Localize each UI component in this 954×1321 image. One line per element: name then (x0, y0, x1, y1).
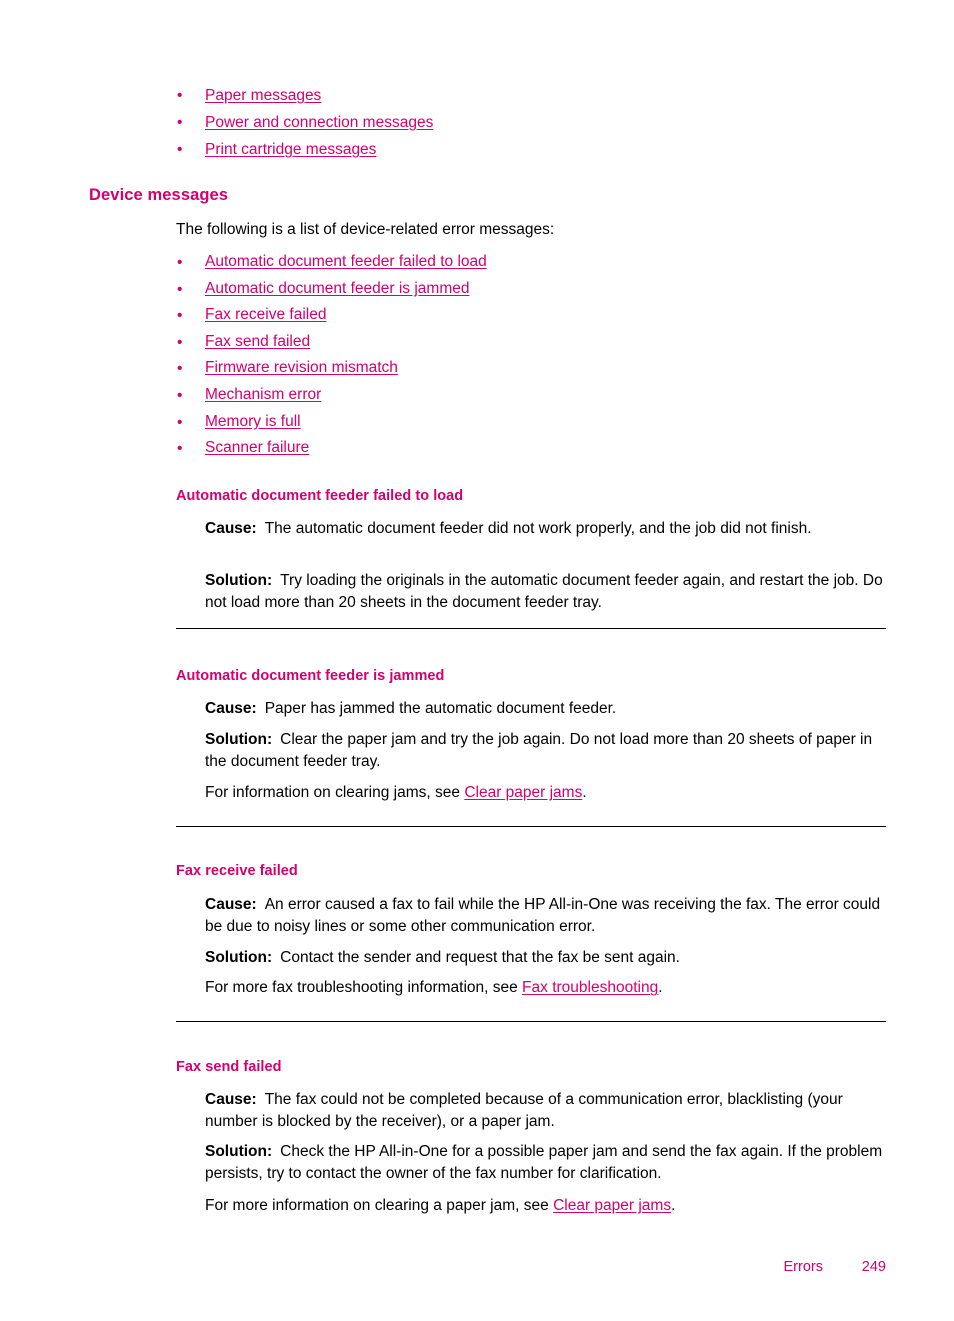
cross-reference-link[interactable]: Scanner failure (205, 439, 309, 456)
footer-page-number: 249 (861, 1259, 886, 1275)
device-message-link-list: • Automatic document feeder failed to lo… (176, 249, 888, 462)
cause-label: Cause: (205, 520, 257, 537)
solution-text: Try loading the originals in the automat… (205, 572, 883, 611)
topic-note: For more fax troubleshooting information… (205, 977, 888, 999)
cross-reference-link[interactable]: Power and connection messages (205, 114, 433, 131)
list-item[interactable]: • Paper messages (176, 82, 886, 109)
list-item[interactable]: • Scanner failure (176, 435, 888, 462)
solution-text: Contact the sender and request that the … (280, 949, 680, 966)
bullet-icon: • (177, 114, 183, 131)
list-item[interactable]: • Fax receive failed (176, 302, 888, 329)
list-item[interactable]: • Power and connection messages (176, 109, 886, 136)
cross-reference-link[interactable]: Print cartridge messages (205, 141, 376, 158)
solution-text: Check the HP All-in-One for a possible p… (205, 1143, 883, 1182)
cause-text: The fax could not be completed because o… (205, 1091, 843, 1130)
note-text-after: . (582, 784, 587, 801)
bullet-icon: • (177, 333, 183, 351)
cross-reference-link[interactable]: Memory is full (205, 413, 301, 430)
topic-cause: Cause: An error caused a fax to fail whil… (205, 894, 888, 938)
page-footer: Errors 249 (176, 1259, 886, 1279)
topic-cause: Cause: Paper has jammed the automatic doc… (205, 698, 888, 720)
top-link-list: • Paper messages • Power and connection … (176, 82, 886, 163)
topic-cause: Cause: The fax could not be completed bec… (205, 1089, 888, 1133)
cause-text: The automatic document feeder did not wo… (264, 520, 812, 537)
bullet-icon: • (177, 141, 183, 158)
cross-reference-link[interactable]: Automatic document feeder failed to load (205, 253, 487, 270)
cross-reference-link[interactable]: Paper messages (205, 87, 321, 104)
topic-divider (176, 1021, 886, 1022)
topic-heading: Automatic document feeder is jammed (176, 668, 445, 684)
footer-chapter-label: Errors (783, 1259, 823, 1275)
document-page: • Paper messages • Power and connection … (0, 0, 954, 1321)
list-item[interactable]: • Firmware revision mismatch (176, 355, 888, 382)
bullet-icon: • (177, 360, 183, 378)
topic-solution: Solution: Contact the sender and request … (205, 947, 888, 969)
cause-label: Cause: (205, 896, 257, 913)
list-item[interactable]: • Print cartridge messages (176, 136, 886, 163)
topic-cause: Cause: The automatic document feeder did … (205, 518, 888, 540)
topic-heading: Fax receive failed (176, 863, 298, 879)
cross-reference-link[interactable]: Clear paper jams (464, 784, 582, 801)
bullet-icon: • (177, 386, 183, 404)
cross-reference-link[interactable]: Automatic document feeder is jammed (205, 280, 469, 297)
cross-reference-link[interactable]: Firmware revision mismatch (205, 359, 398, 376)
list-item[interactable]: • Automatic document feeder is jammed (176, 276, 888, 303)
bullet-icon: • (177, 440, 183, 458)
solution-label: Solution: (205, 1143, 273, 1160)
cause-label: Cause: (205, 700, 257, 717)
cross-reference-link[interactable]: Fax troubleshooting (522, 979, 658, 996)
list-item[interactable]: • Memory is full (176, 409, 888, 436)
note-text-before: For information on clearing jams, see (205, 784, 465, 801)
topic-solution: Solution: Try loading the originals in th… (205, 570, 888, 614)
topic-heading: Fax send failed (176, 1059, 282, 1075)
topic-divider (176, 628, 886, 629)
cause-label: Cause: (205, 1091, 257, 1108)
topic-solution: Solution: Clear the paper jam and try the… (205, 729, 888, 773)
topic-divider (176, 826, 886, 827)
cross-reference-link[interactable]: Fax send failed (205, 333, 310, 350)
bullet-icon: • (177, 307, 183, 325)
note-text-before: For more information on clearing a paper… (205, 1197, 554, 1214)
solution-label: Solution: (205, 731, 273, 748)
cross-reference-link[interactable]: Fax receive failed (205, 306, 326, 323)
topic-note: For more information on clearing a paper… (205, 1195, 888, 1217)
cross-reference-link[interactable]: Mechanism error (205, 386, 321, 403)
list-item[interactable]: • Fax send failed (176, 329, 888, 356)
bullet-icon: • (177, 413, 183, 431)
section-heading: Device messages (89, 186, 229, 204)
solution-label: Solution: (205, 572, 273, 589)
topic-note: For information on clearing jams, see Cl… (205, 782, 888, 804)
cause-text: Paper has jammed the automatic document … (264, 700, 617, 717)
cause-text: An error caused a fax to fail while the … (205, 896, 881, 935)
bullet-icon: • (177, 254, 183, 271)
solution-text: Clear the paper jam and try the job agai… (205, 731, 873, 770)
topic-heading: Automatic document feeder failed to load (176, 488, 464, 504)
section-intro-paragraph: The following is a list of device-relate… (176, 221, 555, 238)
note-text-after: . (671, 1197, 676, 1214)
list-item[interactable]: • Mechanism error (176, 382, 888, 409)
bullet-icon: • (177, 280, 183, 298)
solution-label: Solution: (205, 949, 273, 966)
topic-solution: Solution: Check the HP All-in-One for a p… (205, 1141, 888, 1185)
bullet-icon: • (177, 87, 183, 104)
note-text-after: . (658, 979, 663, 996)
note-text-before: For more fax troubleshooting information… (205, 979, 523, 996)
list-item[interactable]: • Automatic document feeder failed to lo… (176, 249, 888, 276)
cross-reference-link[interactable]: Clear paper jams (553, 1197, 671, 1214)
